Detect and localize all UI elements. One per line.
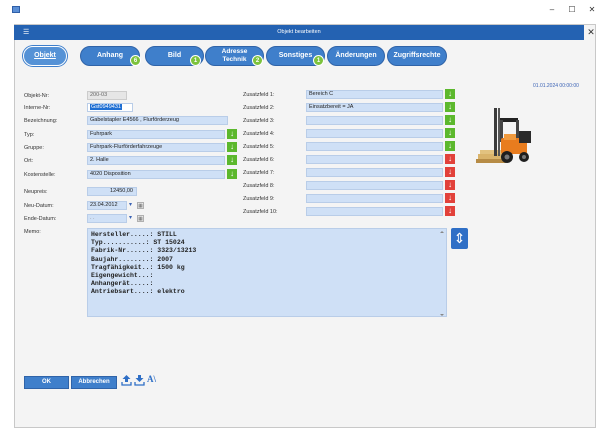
zusatzfeld-3-field[interactable] [306,116,443,125]
zusatzfeld-2-label: Zusatzfeld 2: [243,105,275,111]
tab-aenderungen[interactable]: Änderungen [327,46,385,66]
tab-zugriffsrechte[interactable]: Zugriffsrechte [387,46,447,66]
objekt-nr-field: 200-03 [87,91,127,100]
zusatzfeld-9-field[interactable] [306,194,443,203]
window-titlebar [0,0,608,20]
neupreis-label: Neupreis: [24,189,48,195]
ort-field[interactable]: 2. Halle [87,156,225,165]
cancel-button[interactable]: Abbrechen [71,376,117,389]
zusatzfeld-6-label: Zusatzfeld 6: [243,157,275,163]
memo-textarea[interactable]: Hersteller.....: STILL Typ...........: S… [87,228,447,317]
zusatzfeld-8-field[interactable] [306,181,443,190]
ende-datum-picker-icon[interactable]: ▾ [129,214,132,221]
zusatzfeld-4-field[interactable] [306,129,443,138]
maximize-button[interactable]: ☐ [566,4,578,15]
zusatzfeld-7-field[interactable] [306,168,443,177]
objekt-nr-label: Objekt-Nr: [24,93,50,99]
zusatzfeld-9-dropdown-arrow-icon[interactable]: ↓ [445,193,455,203]
tab-bild-badge: 1 [190,55,201,66]
kostenstelle-dropdown-arrow-icon[interactable]: ↓ [227,169,237,179]
typ-field[interactable]: Fuhrpark [87,130,225,139]
zusatzfeld-6-dropdown-arrow-icon[interactable]: ↓ [445,154,455,164]
memo-label: Memo: [24,229,41,235]
zusatzfeld-3-dropdown-arrow-icon[interactable]: ↓ [445,115,455,125]
bezeichnung-field[interactable]: Gabelstapler E4566 , Flurförderzeug [87,116,228,125]
ort-label: Ort: [24,158,34,164]
gruppe-label: Gruppe: [24,145,44,151]
typ-dropdown-arrow-icon[interactable]: ↓ [227,129,237,139]
gruppe-dropdown-arrow-icon[interactable]: ↓ [227,142,237,152]
tab-objekt[interactable]: Objekt [23,46,67,66]
zusatzfeld-5-dropdown-arrow-icon[interactable]: ↓ [445,141,455,151]
tab-adresse-technik-badge: 2 [252,55,263,66]
zusatzfeld-5-field[interactable] [306,142,443,151]
dialog-title: Objekt bearbeiten [277,29,321,35]
ende-datum-field[interactable]: . . [87,214,127,223]
zusatzfeld-2-field[interactable]: Einsatzbereit = JA [306,103,443,112]
zusatzfeld-2-dropdown-arrow-icon[interactable]: ↓ [445,102,455,112]
dialog-body [14,24,596,428]
modified-datestamp: 01.01.2024 00:00:00 [533,83,579,89]
zusatzfeld-10-field[interactable] [306,207,443,216]
neu-datum-field[interactable]: 23.04.2012 [87,201,127,210]
ende-datum-calendar-icon[interactable]: ▦ [137,215,144,222]
neupreis-field[interactable]: 12450,00 [87,187,137,196]
minimize-button[interactable]: – [546,4,558,15]
zusatzfeld-10-dropdown-arrow-icon[interactable]: ↓ [445,206,455,216]
upload-icon[interactable] [121,374,132,386]
zusatzfeld-9-label: Zusatzfeld 9: [243,196,275,202]
ok-button[interactable]: OK [24,376,69,389]
zusatzfeld-5-label: Zusatzfeld 5: [243,144,275,150]
interne-nr-value: Gst0949431 [90,104,122,110]
zusatzfeld-10-label: Zusatzfeld 10: [243,209,278,215]
interne-nr-label: Interne-Nr: [24,105,51,111]
gruppe-field[interactable]: Fuhrpark-Flurförderfahrzeuge [87,143,225,152]
zusatzfeld-1-label: Zusatzfeld 1: [243,92,275,98]
forklift-image [476,108,531,163]
neu-datum-picker-icon[interactable]: ▾ [129,201,132,208]
zusatzfeld-1-dropdown-arrow-icon[interactable]: ↓ [445,89,455,99]
kostenstelle-field[interactable]: 4020 Disposition [87,170,225,179]
ende-datum-label: Ende-Datum: [24,216,57,222]
zusatzfeld-3-label: Zusatzfeld 3: [243,118,275,124]
memo-text: Hersteller.....: STILL Typ...........: S… [91,231,197,296]
dialog-titlebar: ☰ Objekt bearbeiten [14,25,584,40]
expand-memo-button[interactable]: ⇕ [451,228,468,249]
interne-nr-field[interactable]: Gst0949431 [87,103,133,112]
window-close-button[interactable]: ✕ [586,4,598,15]
neu-datum-calendar-icon[interactable]: ▦ [137,202,144,209]
ort-dropdown-arrow-icon[interactable]: ↓ [227,155,237,165]
bezeichnung-label: Bezeichnung: [24,118,58,124]
app-icon [12,6,20,13]
zusatzfeld-8-dropdown-arrow-icon[interactable]: ↓ [445,180,455,190]
zusatzfeld-6-field[interactable] [306,155,443,164]
zusatzfeld-8-label: Zusatzfeld 8: [243,183,275,189]
zusatzfeld-4-label: Zusatzfeld 4: [243,131,275,137]
neu-datum-label: Neu-Datum: [24,203,54,209]
text-format-icon[interactable]: A\ [147,374,156,384]
memo-scrollbar[interactable] [439,230,445,317]
tab-sonstiges-badge: 1 [313,55,324,66]
zusatzfeld-7-label: Zusatzfeld 7: [243,170,275,176]
zusatzfeld-4-dropdown-arrow-icon[interactable]: ↓ [445,128,455,138]
typ-label: Typ: [24,132,35,138]
zusatzfeld-7-dropdown-arrow-icon[interactable]: ↓ [445,167,455,177]
kostenstelle-label: Kostenstelle: [24,172,56,178]
tab-anhang-badge: 6 [130,55,141,66]
dialog-close-button[interactable]: ✕ [585,26,597,39]
zusatzfeld-1-field[interactable]: Bereich C [306,90,443,99]
download-icon[interactable] [134,374,145,386]
